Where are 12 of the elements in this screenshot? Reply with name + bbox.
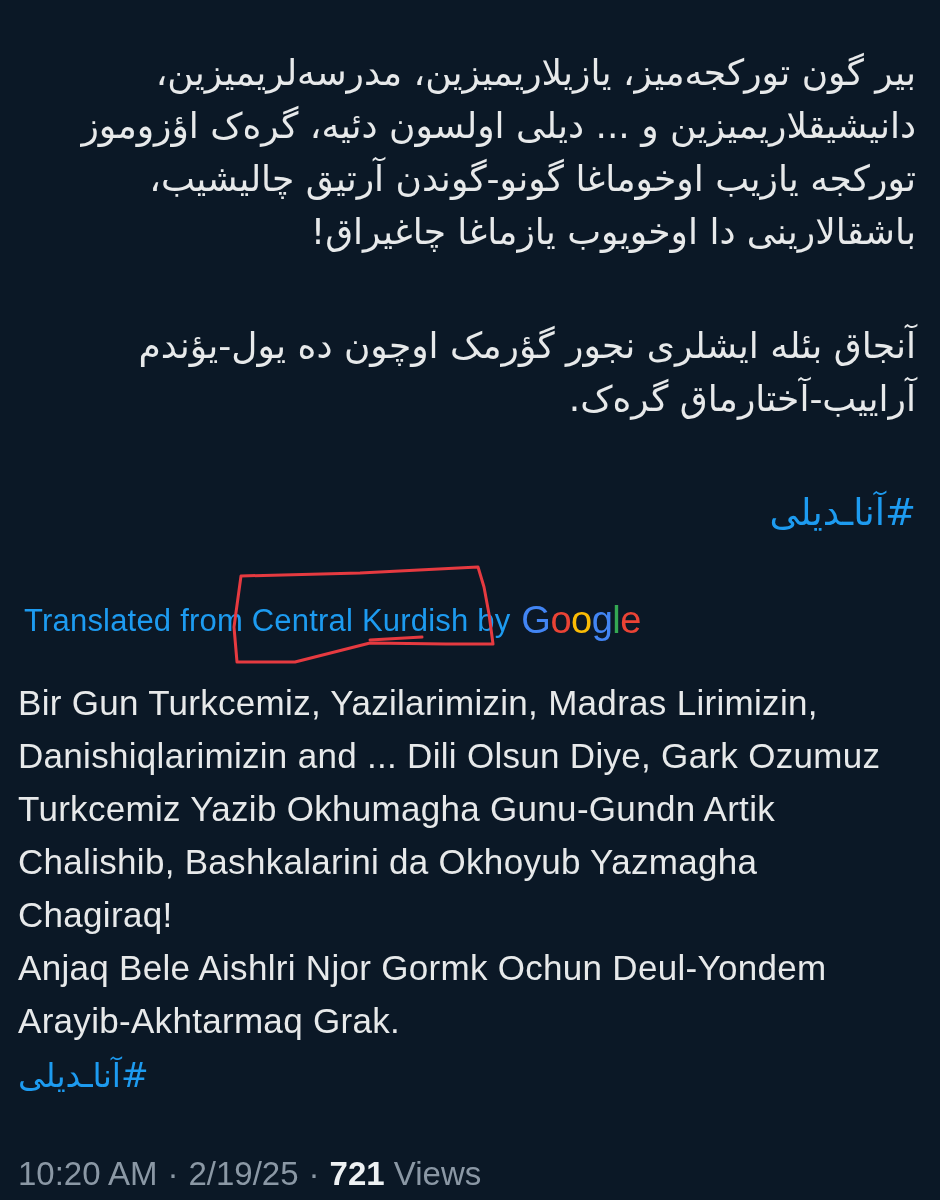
translator-logo: Google: [521, 599, 641, 642]
hashtag-link[interactable]: #آناـدیلی: [18, 1049, 149, 1102]
view-count: 721 Views: [329, 1154, 482, 1194]
post-time[interactable]: 10:20 AM: [18, 1147, 158, 1200]
translated-text: Bir Gun Turkcemiz, Yazilarimizin, Madras Lirimizin, Danishiqlarimizin and ... Dili Olsun Diye, Gark Ozumuz Turkcemiz Yazib Okhumagha Gunu-Gundn Artik Chalishib, Bashkalarini da Okhoyub Yazmagha Chagiraq!: [18, 682, 882, 936]
meta-separator: ·: [167, 1154, 179, 1194]
hashtag-link[interactable]: #آناـدیلی: [769, 486, 916, 539]
translated-text: Anjaq Bele Aishlri Njor Gormk Ochun Deul-Yondem Arayib-Akhtarmaq Grak.: [18, 947, 828, 1042]
tweet-text: آنجاق بئله ایشلری نجور گؤرمک اوچون ده یول-یؤندم آراییب-آختارماق گره‌ک.: [137, 323, 916, 422]
meta-separator: ·: [308, 1154, 320, 1194]
tweet-text: بیر گون تورکجه‌میز، یازیلاریمیزین، مدرسه‌لریمیزین، دانیشیقلاریمیزین و ... دیلی اولسون دئیه، گره‌ک اؤزوموز تورکجه یازیب اوخوماغا گونو-گوندن آرتیق چالیشیب، باشقالارینی دا اوخویوب یازماغا چاغیراق!: [79, 51, 916, 255]
post-date: 2/19/25: [188, 1154, 299, 1194]
